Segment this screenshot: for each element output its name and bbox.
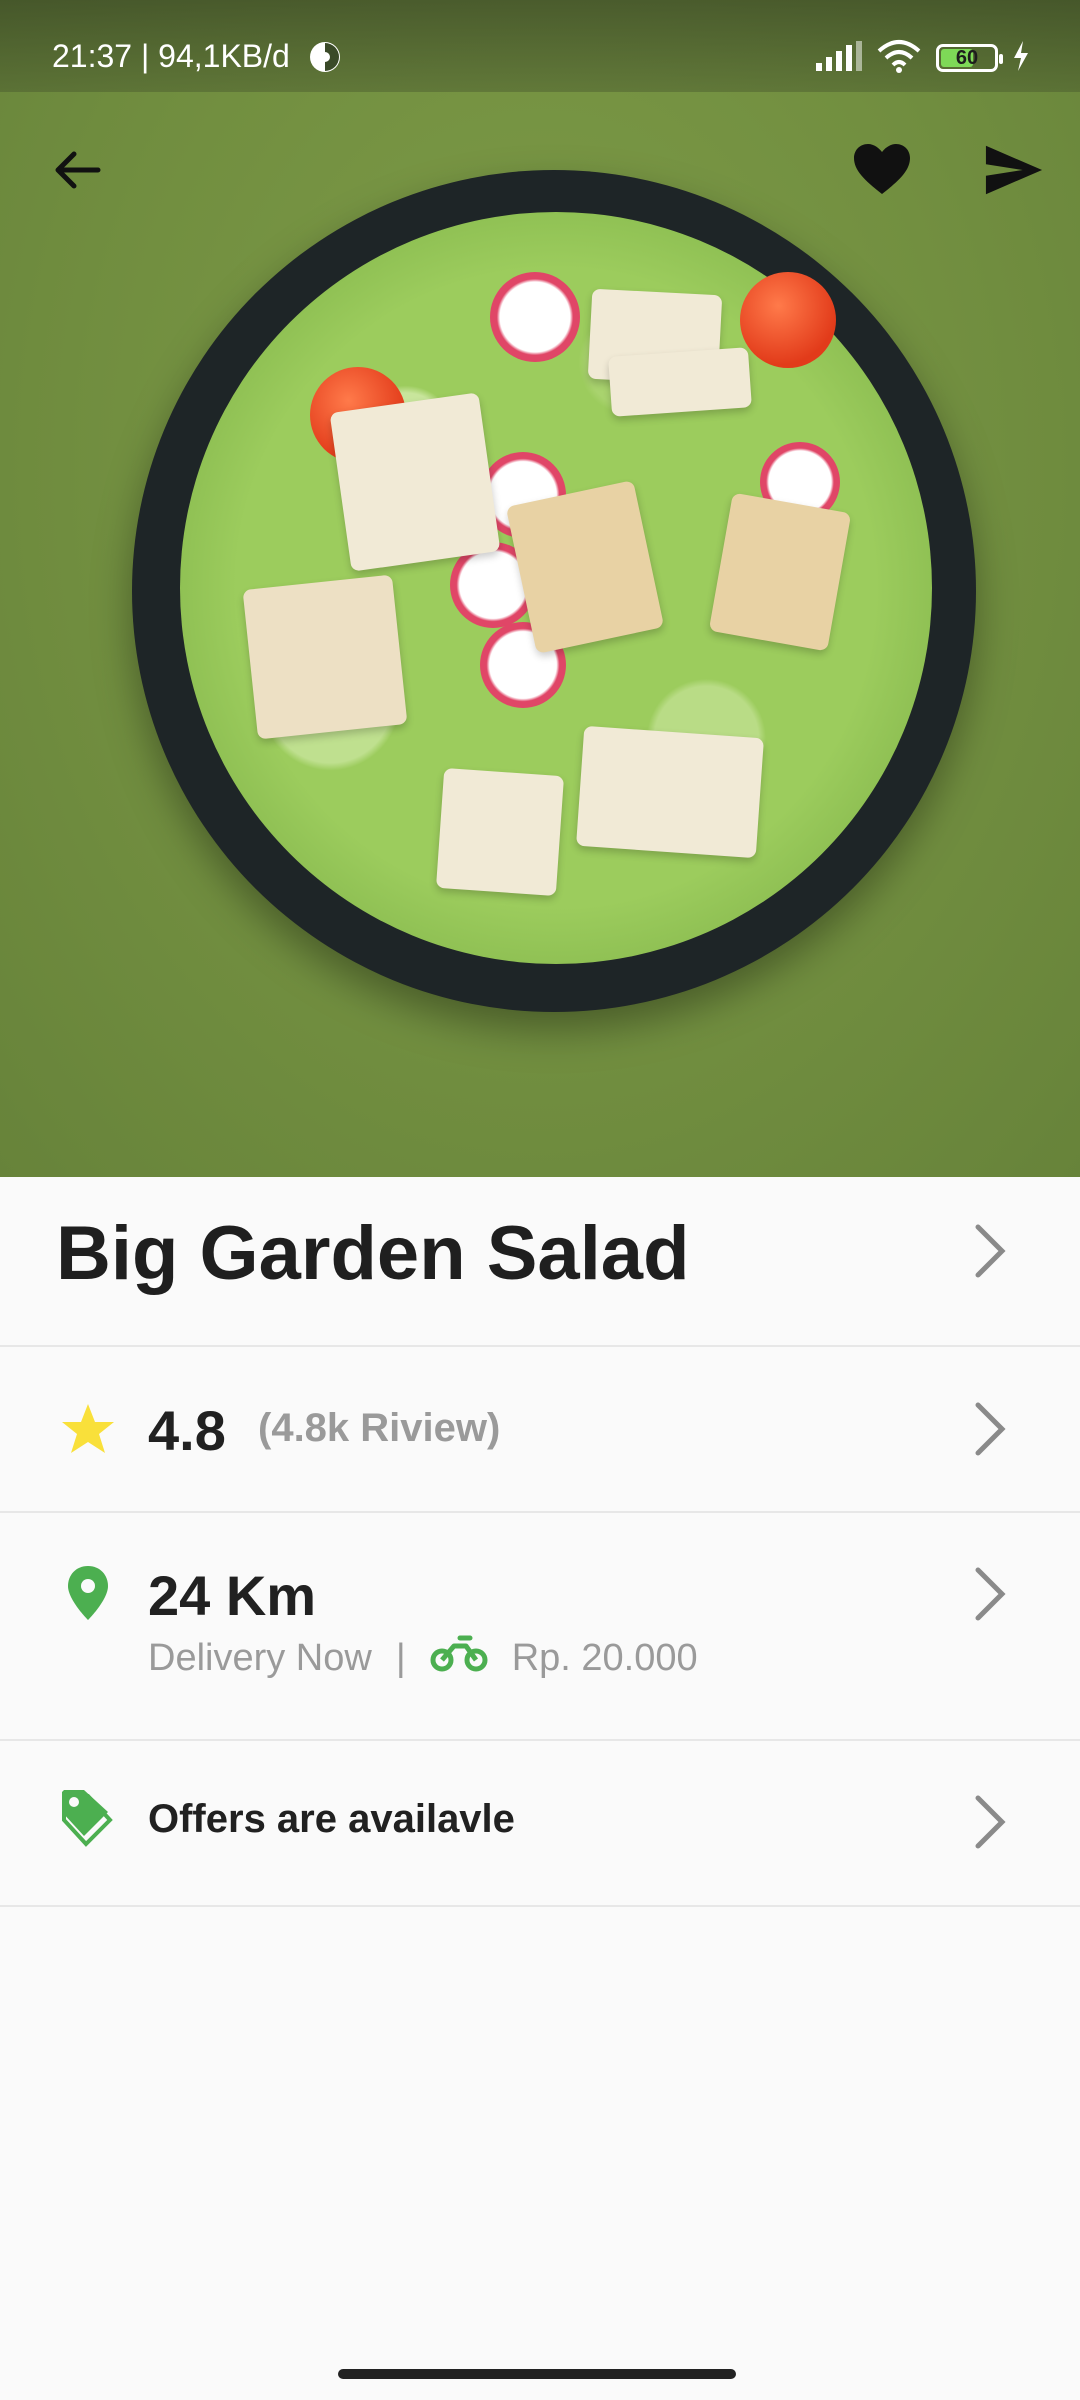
chevron-right-icon[interactable] <box>970 1564 1010 1624</box>
tag-icon <box>56 1788 120 1852</box>
separator: | <box>395 1636 406 1679</box>
location-pin-icon <box>56 1561 120 1625</box>
battery-level: 60 <box>955 46 979 69</box>
delivery-info: Delivery Now | Rp. 20.000 <box>148 1634 698 1682</box>
send-icon <box>985 145 1043 195</box>
charging-icon <box>1012 40 1030 76</box>
share-button[interactable] <box>984 140 1044 200</box>
chevron-right-icon[interactable] <box>970 1221 1010 1281</box>
hero-image: 21:37 | 94,1KB/d 60 <box>0 0 1080 1177</box>
delivery-label: Delivery Now <box>148 1636 372 1679</box>
chevron-right-icon[interactable] <box>970 1792 1010 1852</box>
heart-icon <box>854 144 910 194</box>
status-bar: 21:37 | 94,1KB/d 60 <box>0 0 1080 92</box>
status-time: 21:37 | 94,1KB/d <box>52 38 290 74</box>
delivery-fee: Rp. 20.000 <box>511 1636 698 1679</box>
arrow-left-icon <box>55 151 101 189</box>
home-gesture-bar[interactable] <box>338 2369 736 2379</box>
offers-label: Offers are availavle <box>148 1797 515 1841</box>
signal-icon <box>816 40 862 76</box>
battery-icon: 60 <box>936 44 1003 72</box>
status-icons: 60 <box>816 38 1030 78</box>
wifi-icon <box>876 39 922 78</box>
salad <box>180 212 932 964</box>
distance-value: 24 Km <box>148 1564 317 1627</box>
rating-review-count: (4.8k Riview) <box>258 1406 501 1450</box>
chevron-right-icon[interactable] <box>970 1399 1010 1459</box>
motorbike-icon <box>430 1634 488 1682</box>
product-title: Big Garden Salad <box>56 1211 690 1296</box>
salad-bowl-image <box>132 170 976 1012</box>
data-saver-icon <box>308 40 342 79</box>
rating-value: 4.8 <box>148 1399 226 1462</box>
favorite-button[interactable] <box>852 140 912 200</box>
back-button[interactable] <box>48 140 108 200</box>
star-icon <box>56 1397 120 1461</box>
